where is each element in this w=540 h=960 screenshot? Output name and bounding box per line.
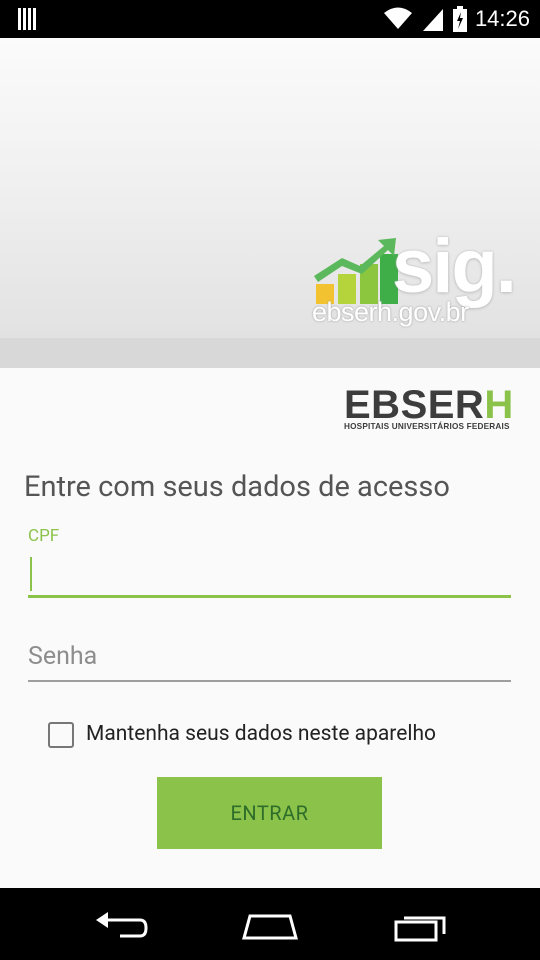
text-cursor xyxy=(30,557,32,591)
notification-icon xyxy=(18,8,36,30)
ebserh-logo: EBSERH HOSPITAIS UNIVERSITÁRIOS FEDERAIS xyxy=(344,385,514,431)
recent-apps-icon[interactable] xyxy=(392,908,452,944)
cpf-input[interactable] xyxy=(28,552,511,598)
password-placeholder: Senha xyxy=(28,642,98,671)
login-prompt: Entre com seus dados de acesso xyxy=(24,470,450,504)
login-button[interactable]: ENTRAR xyxy=(157,777,382,849)
back-icon[interactable] xyxy=(92,908,152,944)
wifi-icon xyxy=(383,7,412,29)
remember-checkbox[interactable] xyxy=(48,722,74,748)
ebserh-name-accent: H xyxy=(484,383,514,427)
ebserh-tagline: HOSPITAIS UNIVERSITÁRIOS FEDERAIS xyxy=(344,422,510,431)
password-input[interactable] xyxy=(28,636,511,682)
signal-icon xyxy=(422,9,443,31)
sig-logo-url: ebserh.gov.br xyxy=(312,297,469,327)
status-bar: 14:26 xyxy=(0,0,540,38)
status-time: 14:26 xyxy=(474,6,530,31)
password-underline xyxy=(28,680,511,682)
cpf-floating-label: CPF xyxy=(28,526,60,546)
ebserh-name-main: EBSER xyxy=(344,383,485,427)
battery-icon xyxy=(452,6,467,32)
ebserh-name: EBSERH xyxy=(344,385,514,425)
home-icon[interactable] xyxy=(240,908,300,944)
banner-divider xyxy=(0,338,540,368)
remember-checkbox-label[interactable]: Mantenha seus dados neste aparelho xyxy=(86,722,436,746)
cpf-underline xyxy=(28,595,511,598)
